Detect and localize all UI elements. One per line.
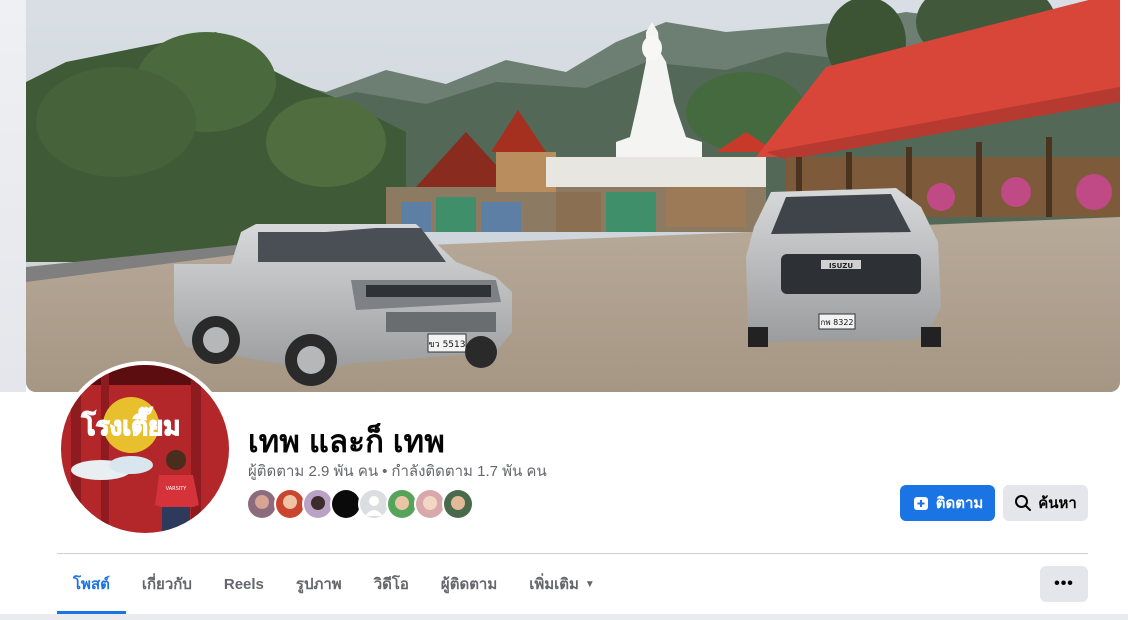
avatar-shirt-text: VARSITY xyxy=(166,486,188,492)
left-gutter xyxy=(0,0,26,392)
search-button-label: ค้นหา xyxy=(1038,495,1077,512)
tab-label: วิดีโอ xyxy=(373,576,409,593)
tab-label: ผู้ติดตาม xyxy=(440,576,498,593)
following-count[interactable]: กำลังติดตาม 1.7 พัน คน xyxy=(391,463,546,480)
tab-label: Reels xyxy=(223,575,264,593)
profile-tabs: โพสต์ เกี่ยวกับ Reels รูปภาพ วิดีโอ ผู้ต… xyxy=(57,554,611,614)
follower-stats: ผู้ติดตาม 2.9 พัน คน • กำลังติดตาม 1.7 พัน… xyxy=(248,459,547,483)
search-icon xyxy=(1014,494,1032,512)
tab-reels[interactable]: Reels xyxy=(208,554,280,614)
isuzu-badge: ISUZU xyxy=(829,262,853,270)
tab-label: รูปภาพ xyxy=(295,576,342,593)
tab-photos[interactable]: รูปภาพ xyxy=(280,554,358,614)
chevron-down-icon: ▼ xyxy=(584,578,595,590)
search-button[interactable]: ค้นหา xyxy=(1003,485,1088,521)
right-license-plate: กพ 8322 xyxy=(820,318,853,327)
tab-more[interactable]: เพิ่มเติม ▼ xyxy=(513,554,611,614)
tab-followers[interactable]: ผู้ติดตาม xyxy=(425,554,513,614)
follow-button-label: ติดตาม xyxy=(935,495,984,512)
tab-label: เกี่ยวกับ xyxy=(141,576,192,593)
page-bottom-edge xyxy=(0,614,1128,620)
tab-label: โพสต์ xyxy=(73,576,110,593)
tab-posts[interactable]: โพสต์ xyxy=(57,554,126,614)
more-options-button[interactable]: ••• xyxy=(1040,566,1088,602)
tab-videos[interactable]: วิดีโอ xyxy=(358,554,425,614)
cover-photo[interactable]: ขว 5513 ISUZU กพ 8322 xyxy=(26,0,1120,392)
followers-count[interactable]: ผู้ติดตาม 2.9 พัน คน xyxy=(248,463,378,480)
follow-button[interactable]: ติดตาม xyxy=(900,485,995,521)
profile-picture[interactable]: โรงเตี๊ยม VARSITY xyxy=(57,361,233,537)
tab-about[interactable]: เกี่ยวกับ xyxy=(126,554,208,614)
follower-avatars xyxy=(246,488,474,522)
follower-avatar[interactable] xyxy=(442,488,474,520)
avatar-sign-text: โรงเตี๊ยม xyxy=(81,407,181,442)
left-license-plate: ขว 5513 xyxy=(429,340,466,350)
stats-separator: • xyxy=(382,463,388,480)
follow-icon xyxy=(912,494,930,512)
tab-label: เพิ่มเติม xyxy=(529,576,579,593)
more-options-icon: ••• xyxy=(1054,575,1074,592)
